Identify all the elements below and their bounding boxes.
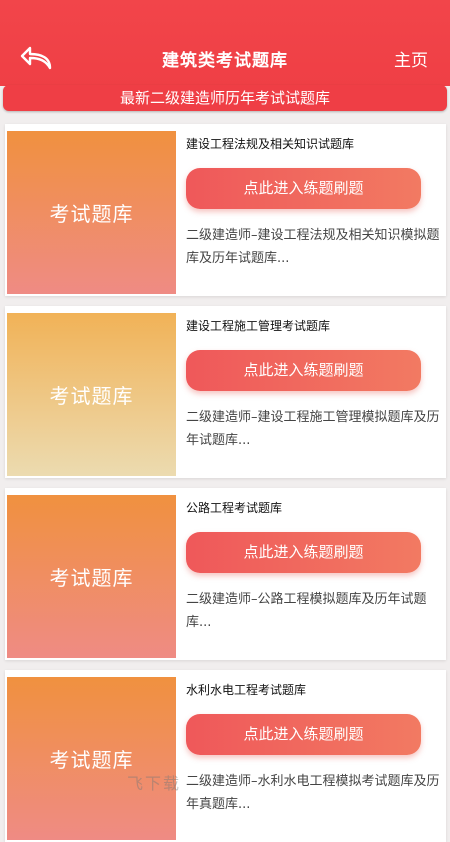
page-title: 建筑类考试题库	[162, 51, 288, 71]
card-title: 建设工程施工管理考试题库	[186, 319, 331, 333]
home-link[interactable]: 主页	[394, 46, 428, 71]
card-thumbnail[interactable]: 考试题库	[7, 313, 176, 476]
watermark-text: 飞下载	[127, 774, 182, 793]
card-thumbnail[interactable]: 考试题库	[7, 677, 176, 840]
question-bank-card[interactable]: 考试题库 水利水电工程考试题库 点此进入练题刷题 二级建造师–水利水电工程模拟考…	[5, 670, 446, 842]
card-thumbnail[interactable]: 考试题库	[7, 131, 176, 294]
card-description: 二级建造师–水利水电工程模拟考试题库及历年真题库...	[186, 774, 440, 812]
card-thumbnail[interactable]: 考试题库	[7, 495, 176, 658]
card-title: 水利水电工程考试题库	[186, 683, 307, 697]
card-description: 二级建造师–公路工程模拟题库及历年试题库...	[186, 592, 427, 630]
thumbnail-label: 考试题库	[49, 202, 134, 226]
question-bank-card[interactable]: 考试题库 建设工程法规及相关知识试题库 点此进入练题刷题 二级建造师–建设工程法…	[5, 124, 446, 296]
card-title: 建设工程法规及相关知识试题库	[186, 137, 355, 151]
thumbnail-label: 考试题库	[49, 748, 134, 772]
enter-practice-button[interactable]: 点此进入练题刷题	[186, 532, 421, 573]
thumbnail-label: 考试题库	[49, 384, 134, 408]
subtitle-banner: 最新二级建造师历年考试试题库	[3, 85, 447, 111]
enter-practice-button[interactable]: 点此进入练题刷题	[186, 350, 421, 391]
card-title: 公路工程考试题库	[186, 501, 283, 515]
card-description: 二级建造师–建设工程施工管理模拟题库及历年试题库...	[186, 410, 440, 448]
thumbnail-label: 考试题库	[49, 566, 134, 590]
question-bank-card[interactable]: 考试题库 公路工程考试题库 点此进入练题刷题 二级建造师–公路工程模拟题库及历年…	[5, 488, 446, 660]
app-header: 建筑类考试题库 主页	[0, 0, 450, 86]
card-description: 二级建造师–建设工程法规及相关知识模拟题库及历年试题库...	[186, 228, 440, 266]
back-arrow-icon[interactable]	[20, 44, 54, 74]
question-bank-card[interactable]: 考试题库 建设工程施工管理考试题库 点此进入练题刷题 二级建造师–建设工程施工管…	[5, 306, 446, 478]
enter-practice-button[interactable]: 点此进入练题刷题	[186, 714, 421, 755]
enter-practice-button[interactable]: 点此进入练题刷题	[186, 168, 421, 209]
